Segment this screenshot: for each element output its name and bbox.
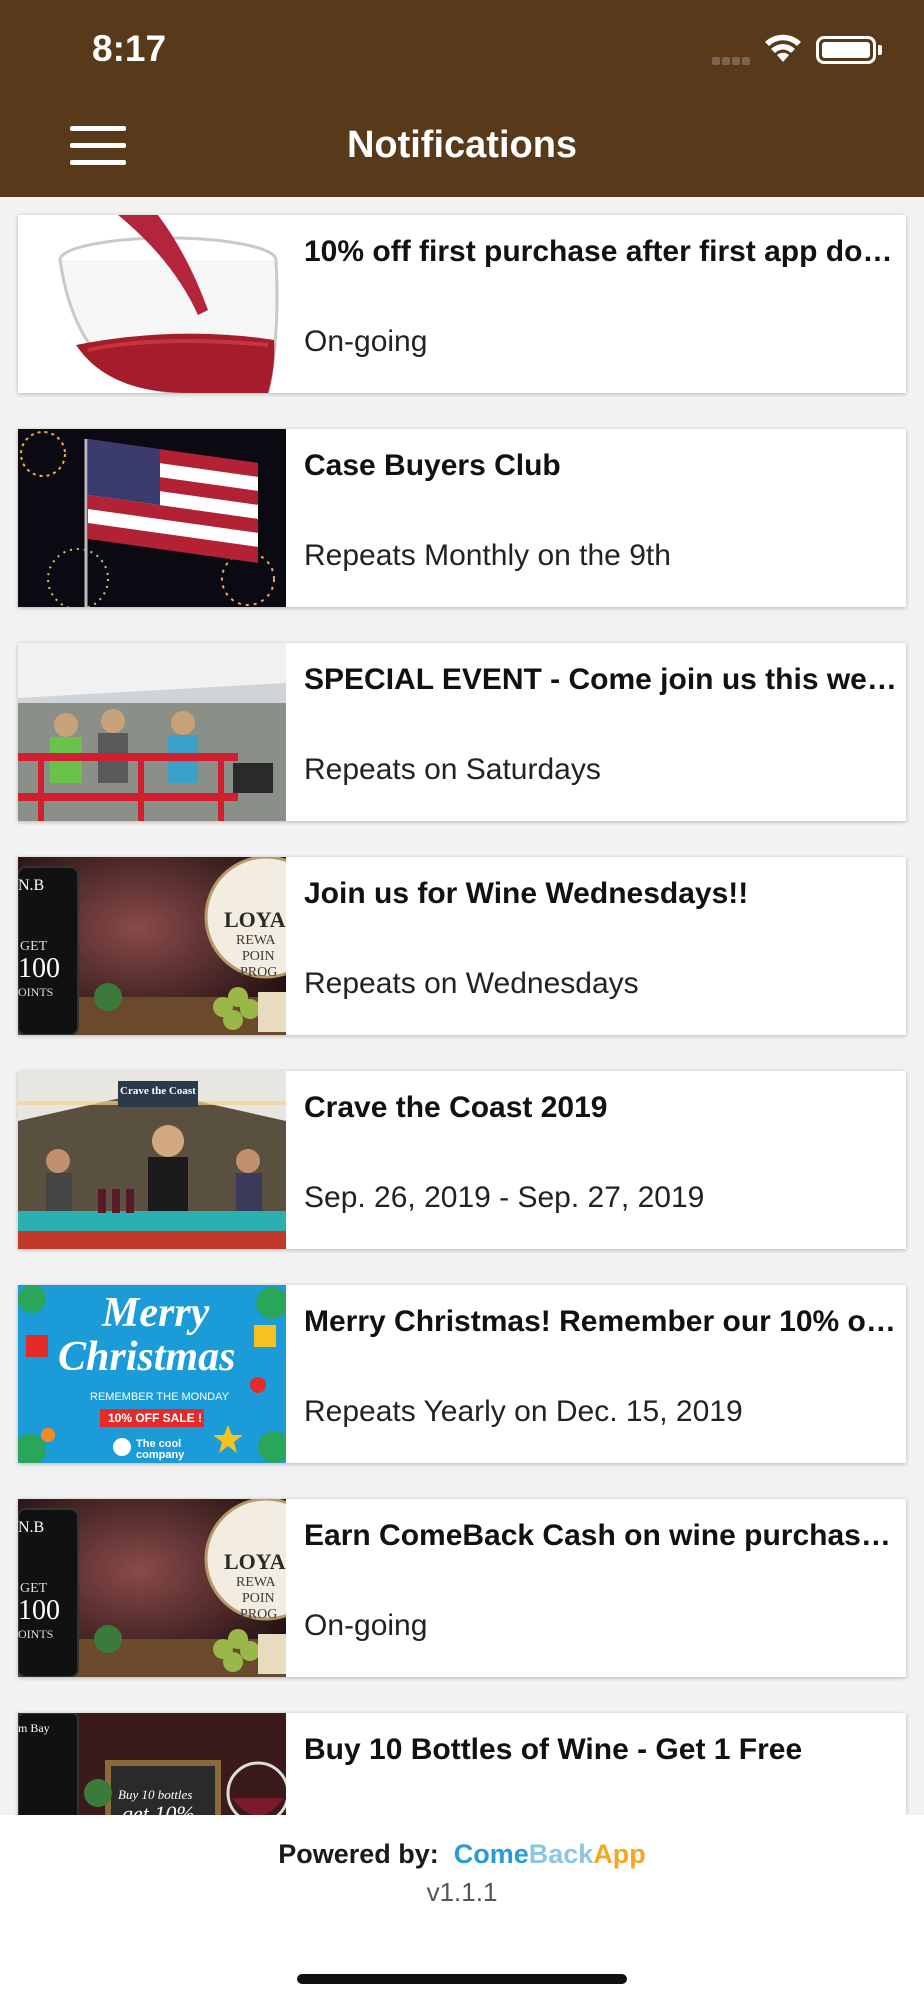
notification-title: 10% off first purchase after first app d… bbox=[304, 235, 904, 268]
notification-schedule: On-going bbox=[304, 325, 428, 358]
loyalty-rewards-image: LOYA REWA POIN PROG N.B GET 100 OINTS bbox=[18, 857, 286, 1035]
notification-card[interactable]: 10% off first purchase after first app d… bbox=[18, 215, 906, 393]
comebackapp-logo[interactable]: ComeBackApp bbox=[454, 1839, 646, 1869]
notification-schedule: Sep. 26, 2019 - Sep. 27, 2019 bbox=[304, 1181, 705, 1214]
wine-festival-image: Crave the Coast bbox=[18, 1071, 286, 1249]
home-indicator[interactable] bbox=[297, 1974, 627, 1984]
brand-app: App bbox=[593, 1839, 646, 1869]
rewards-label: REWA bbox=[236, 1575, 276, 1590]
notification-card[interactable]: LOYA REWA POIN PROG N.B GET 100 OINTS Jo… bbox=[18, 857, 906, 1035]
notification-title: Case Buyers Club bbox=[304, 449, 561, 482]
rewards-label: REWA bbox=[236, 933, 276, 948]
page-title: Notifications bbox=[346, 124, 578, 166]
nb-label: N.B bbox=[18, 1519, 45, 1536]
battery-tip bbox=[878, 45, 882, 55]
program-label: PROG bbox=[240, 965, 278, 980]
nb-label: N.B bbox=[18, 877, 45, 894]
notification-card[interactable]: Case Buyers Club Repeats Monthly on the … bbox=[18, 429, 906, 607]
powered-by: Powered by: ComeBackApp bbox=[0, 1839, 924, 1870]
hundred-label: 100 bbox=[18, 1595, 60, 1626]
notification-title: Buy 10 Bottles of Wine - Get 1 Free bbox=[304, 1733, 803, 1766]
chalkboard-line-2: get 10% bbox=[122, 1801, 195, 1815]
notification-schedule: Repeats Yearly on Dec. 15, 2019 bbox=[304, 1395, 743, 1428]
merry-label: Merry bbox=[102, 1290, 210, 1336]
notification-title: Earn ComeBack Cash on wine purchases! bbox=[304, 1519, 904, 1552]
company-label: The cool company bbox=[136, 1438, 185, 1461]
sale-label: 10% OFF SALE ! bbox=[108, 1411, 203, 1425]
notification-title: Merry Christmas! Remember our 10% off sa… bbox=[304, 1305, 904, 1338]
bay-label: m Bay bbox=[18, 1721, 50, 1735]
powered-by-label: Powered by: bbox=[278, 1839, 439, 1869]
notification-schedule: Repeats on Wednesdays bbox=[304, 967, 639, 1000]
points-label: POIN bbox=[242, 1591, 275, 1606]
program-label: PROG bbox=[240, 1607, 278, 1622]
notification-card[interactable]: Merry Christmas REMEMBER THE MONDAY 10% … bbox=[18, 1285, 906, 1463]
brand-back: Back bbox=[528, 1839, 594, 1869]
notification-card[interactable]: Crave the Coast Crave the Coast 2019 Sep… bbox=[18, 1071, 906, 1249]
notification-title: Join us for Wine Wednesdays!! bbox=[304, 877, 749, 910]
app-version: v1.1.1 bbox=[426, 1877, 498, 1907]
battery-icon bbox=[816, 36, 876, 64]
loyalty-label: LOYA bbox=[224, 1549, 286, 1574]
cellular-signal-icon bbox=[712, 52, 756, 65]
christmas-label: Christmas bbox=[58, 1334, 236, 1380]
notification-card[interactable]: SPECIAL EVENT - Come join us this weeken… bbox=[18, 643, 906, 821]
notification-card[interactable]: LOYA REWA POIN PROG N.B GET 100 OINTS Ea… bbox=[18, 1499, 906, 1677]
notification-schedule: Repeats on Saturdays bbox=[304, 753, 601, 786]
notification-schedule: On-going bbox=[304, 1609, 428, 1642]
hundred-label: 100 bbox=[18, 953, 60, 984]
wifi-icon bbox=[765, 34, 801, 62]
notification-title: SPECIAL EVENT - Come join us this weeken… bbox=[304, 663, 904, 696]
loyalty-rewards-image: LOYA REWA POIN PROG N.B GET 100 OINTS bbox=[18, 1499, 286, 1677]
notification-schedule: Repeats Monthly on the 9th bbox=[304, 539, 671, 572]
buy-10-bottles-image: m Bay Buy 10 bottles get 10% bbox=[18, 1713, 286, 1815]
merry-christmas-image: Merry Christmas REMEMBER THE MONDAY 10% … bbox=[18, 1285, 286, 1463]
status-time: 8:17 bbox=[92, 28, 167, 69]
live-band-tent-image bbox=[18, 643, 286, 821]
crave-banner-label: Crave the Coast bbox=[120, 1085, 196, 1097]
app-header: 8:17 Notifications bbox=[0, 0, 924, 197]
american-flag-fireworks-image bbox=[18, 429, 286, 607]
notifications-list[interactable]: 10% off first purchase after first app d… bbox=[0, 197, 924, 1815]
wine-pour-image bbox=[18, 215, 286, 393]
brand-come: Come bbox=[453, 1839, 529, 1869]
points-small-label: OINTS bbox=[18, 985, 54, 999]
loyalty-label: LOYA bbox=[224, 907, 286, 932]
points-label: POIN bbox=[242, 949, 275, 964]
remember-label: REMEMBER THE MONDAY bbox=[90, 1391, 229, 1403]
app-footer: Powered by: ComeBackApp v1.1.1 bbox=[0, 1815, 924, 2000]
notification-title: Crave the Coast 2019 bbox=[304, 1091, 608, 1124]
notification-card[interactable]: m Bay Buy 10 bottles get 10% Buy 10 Bott… bbox=[18, 1713, 906, 1815]
points-small-label: OINTS bbox=[18, 1627, 54, 1641]
